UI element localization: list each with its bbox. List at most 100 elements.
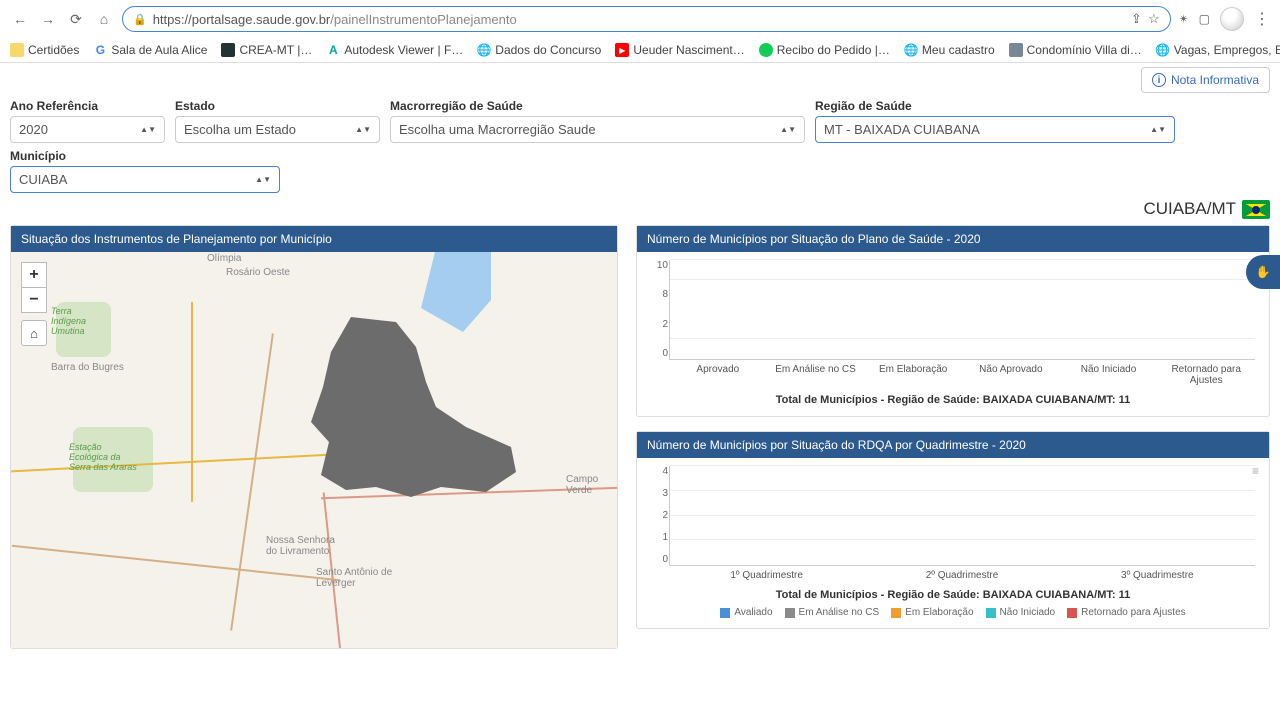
favicon	[1009, 43, 1023, 57]
map-label: Olímpia	[207, 253, 241, 264]
favicon	[759, 43, 773, 57]
estado-label: Estado	[175, 99, 380, 113]
map-label: Campo Verde	[566, 474, 617, 496]
regiao-select[interactable]: MT - BAIXADA CUIABANA▲▼	[815, 116, 1175, 143]
municipio-label: Município	[10, 149, 280, 163]
chevron-down-icon: ▲▼	[255, 175, 271, 184]
chart2-panel: Número de Municípios por Situação do RDQ…	[636, 431, 1270, 629]
bookmark-item[interactable]: 🌐Dados do Concurso	[477, 43, 601, 57]
municipio-field: Município CUIABA▲▼	[10, 149, 280, 193]
regiao-field: Região de Saúde MT - BAIXADA CUIABANA▲▼	[815, 99, 1175, 143]
filter-row-2: Município CUIABA▲▼	[10, 149, 1270, 193]
chart1-xlabels: Aprovado Em Análise no CS Em Elaboração …	[669, 360, 1255, 386]
chart1-body: 10820	[637, 252, 1269, 416]
estado-field: Estado Escolha um Estado▲▼	[175, 99, 380, 143]
regiao-label: Região de Saúde	[815, 99, 1175, 113]
chevron-down-icon: ▲▼	[140, 125, 156, 134]
macro-select[interactable]: Escolha uma Macrorregião Saude▲▼	[390, 116, 805, 143]
bookmark-item[interactable]: Condomínio Villa di…	[1009, 43, 1142, 57]
browser-chrome: ← → ⟳ ⌂ 🔒 https://portalsage.saude.gov.b…	[0, 0, 1280, 63]
map-label: Rosário Oeste	[226, 267, 290, 278]
bookmark-item[interactable]: 🌐Meu cadastro	[904, 43, 995, 57]
map-panel-header: Situação dos Instrumentos de Planejament…	[11, 226, 617, 252]
folder-icon	[10, 43, 24, 57]
map-park-label: Estação Ecológica da Serra das Araras	[69, 442, 139, 472]
browser-navbar: ← → ⟳ ⌂ 🔒 https://portalsage.saude.gov.b…	[0, 0, 1280, 38]
chart2-footer: Total de Municípios - Região de Saúde: B…	[651, 589, 1255, 601]
map-label: Barra do Bugres	[51, 362, 124, 373]
forward-button[interactable]: →	[38, 9, 58, 29]
chevron-down-icon: ▲▼	[1150, 125, 1166, 134]
map-label: Nossa Senhora do Livramento	[266, 535, 346, 557]
chart1-footer: Total de Municípios - Região de Saúde: B…	[651, 394, 1255, 406]
zoom-out-button[interactable]: −	[21, 287, 47, 313]
google-icon: G	[93, 43, 107, 57]
municipio-select[interactable]: CUIABA▲▼	[10, 166, 280, 193]
chart1-header: Número de Municípios por Situação do Pla…	[637, 226, 1269, 252]
url-text: https://portalsage.saude.gov.br/painelIn…	[153, 12, 1125, 27]
map-controls: + − ⌂	[21, 262, 47, 345]
map-region-shape	[291, 312, 521, 532]
url-bar[interactable]: 🔒 https://portalsage.saude.gov.br/painel…	[122, 6, 1171, 32]
bookmark-item[interactable]: Recibo do Pedido |…	[759, 43, 890, 57]
extensions-icon[interactable]: ✴	[1179, 12, 1189, 26]
star-icon[interactable]: ☆	[1148, 11, 1160, 27]
favicon	[221, 43, 235, 57]
accessibility-fab[interactable]: ✋	[1246, 255, 1280, 289]
info-icon: i	[1152, 73, 1166, 87]
reload-button[interactable]: ⟳	[66, 9, 86, 29]
map[interactable]: Rosário Oeste Olímpia Barra do Bugres No…	[11, 252, 617, 648]
ano-select[interactable]: 2020▲▼	[10, 116, 165, 143]
globe-icon: 🌐	[904, 43, 918, 57]
app-content: i Nota Informativa Ano Referência 2020▲▼…	[0, 63, 1280, 659]
profile-avatar[interactable]	[1220, 7, 1244, 31]
chart2-ylabels: 43210	[652, 466, 668, 565]
share-icon[interactable]: ⇪	[1131, 11, 1142, 27]
chart2-legend: Avaliado Em Análise no CS Em Elaboração …	[651, 607, 1255, 618]
globe-icon: 🌐	[477, 43, 491, 57]
legend-item[interactable]: Não Iniciado	[986, 607, 1056, 618]
legend-item[interactable]: Avaliado	[720, 607, 772, 618]
bookmark-item[interactable]: CREA-MT |…	[221, 43, 312, 57]
location-tag: CUIABA/MT	[10, 199, 1270, 219]
map-home-button[interactable]: ⌂	[21, 320, 47, 346]
map-label: Santo Antônio de Leverger	[316, 567, 396, 589]
chart2-plot: 43210	[669, 466, 1255, 566]
tabs-icon[interactable]: ▢	[1199, 12, 1210, 26]
zoom-in-button[interactable]: +	[21, 262, 47, 288]
back-button[interactable]: ←	[10, 9, 30, 29]
legend-item[interactable]: Em Elaboração	[891, 607, 973, 618]
ano-label: Ano Referência	[10, 99, 165, 113]
brazil-flag-icon	[1242, 200, 1270, 219]
nota-informativa-button[interactable]: i Nota Informativa	[1141, 67, 1270, 93]
chart1-ylabels: 10820	[652, 260, 668, 359]
bookmark-item[interactable]: Certidões	[10, 43, 79, 57]
bookmark-item[interactable]: AAutodesk Viewer | F…	[326, 43, 463, 57]
macro-field: Macrorregião de Saúde Escolha uma Macror…	[390, 99, 805, 143]
bookmarks-bar: Certidões GSala de Aula Alice CREA-MT |……	[0, 38, 1280, 62]
macro-label: Macrorregião de Saúde	[390, 99, 805, 113]
chart2-header: Número de Municípios por Situação do RDQ…	[637, 432, 1269, 458]
chart1-panel: Número de Municípios por Situação do Pla…	[636, 225, 1270, 417]
ano-field: Ano Referência 2020▲▼	[10, 99, 165, 143]
chart2-body: ≡ 43210	[637, 458, 1269, 628]
autodesk-icon: A	[326, 43, 340, 57]
youtube-icon: ▶	[615, 43, 629, 57]
hand-icon: ✋	[1256, 265, 1271, 279]
bookmark-item[interactable]: GSala de Aula Alice	[93, 43, 207, 57]
home-button[interactable]: ⌂	[94, 9, 114, 29]
filter-row-1: Ano Referência 2020▲▼ Estado Escolha um …	[10, 99, 1270, 143]
bookmark-item[interactable]: ▶Ueuder Nasciment…	[615, 43, 744, 57]
menu-icon[interactable]: ⋮	[1254, 9, 1270, 29]
bookmark-item[interactable]: 🌐Vagas, Empregos, E…	[1156, 43, 1280, 57]
map-park-label: Terra Indígena Umutina	[51, 306, 105, 336]
legend-item[interactable]: Retornado para Ajustes	[1067, 607, 1186, 618]
legend-item[interactable]: Em Análise no CS	[785, 607, 880, 618]
estado-select[interactable]: Escolha um Estado▲▼	[175, 116, 380, 143]
lock-icon: 🔒	[133, 13, 147, 26]
chevron-down-icon: ▲▼	[780, 125, 796, 134]
globe-icon: 🌐	[1156, 43, 1170, 57]
chevron-down-icon: ▲▼	[355, 125, 371, 134]
map-panel: Situação dos Instrumentos de Planejament…	[10, 225, 618, 649]
chart1-plot: 10820	[669, 260, 1255, 360]
